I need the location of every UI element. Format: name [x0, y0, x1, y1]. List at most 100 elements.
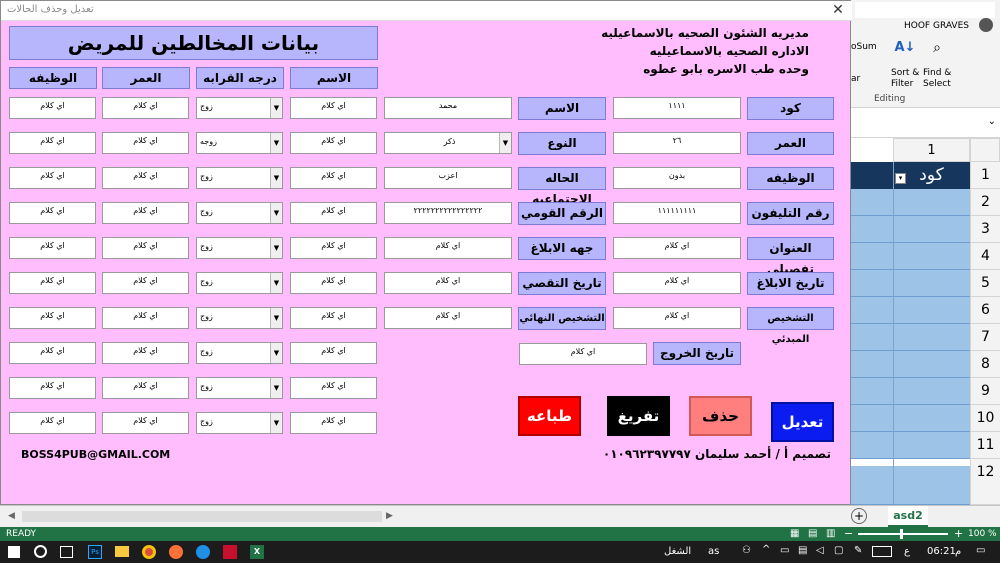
- close-icon[interactable]: ✕: [830, 2, 846, 18]
- gender-select[interactable]: ذكر ▼: [384, 132, 512, 154]
- table-row[interactable]: [849, 243, 970, 270]
- clear-button[interactable]: تفريغ: [607, 396, 670, 436]
- contact-name-input[interactable]: اي كلام: [290, 272, 377, 294]
- contact-age-input[interactable]: اي كلام: [102, 377, 189, 399]
- page-layout-icon[interactable]: ▤: [808, 528, 817, 539]
- chevron-up-icon[interactable]: ^: [762, 544, 770, 555]
- zoom-slider[interactable]: [858, 533, 948, 535]
- contact-age-input[interactable]: اي كلام: [102, 342, 189, 364]
- normal-view-icon[interactable]: ▦: [790, 528, 799, 539]
- field-input[interactable]: اي كلام: [613, 237, 741, 259]
- windows-start-icon[interactable]: [8, 546, 20, 558]
- filter-dropdown-icon[interactable]: ▾: [895, 173, 906, 184]
- row-header[interactable]: 6: [970, 297, 1000, 324]
- field-input[interactable]: ٢٢٢٢٢٢٢٢٢٢٢٢٢٢٢٢: [384, 202, 512, 224]
- row-header[interactable]: 11: [970, 432, 1000, 459]
- task-view-icon[interactable]: [60, 546, 73, 558]
- contact-age-input[interactable]: اي كلام: [102, 307, 189, 329]
- field-input[interactable]: اي كلام: [613, 272, 741, 294]
- table-row[interactable]: [849, 270, 970, 297]
- contact-job-input[interactable]: اي كلام: [9, 237, 96, 259]
- clear-button[interactable]: ar: [851, 74, 860, 84]
- contact-name-input[interactable]: اي كلام: [290, 202, 377, 224]
- field-input[interactable]: اعزب: [384, 167, 512, 189]
- chevron-down-icon[interactable]: ⌄: [988, 116, 996, 127]
- contact-relation-select[interactable]: زوج ▼: [196, 272, 283, 294]
- dropdown-arrow-icon[interactable]: ▼: [270, 98, 282, 118]
- photoshop-icon[interactable]: Ps: [88, 545, 102, 559]
- table-row[interactable]: [849, 405, 970, 432]
- contact-age-input[interactable]: اي كلام: [102, 272, 189, 294]
- contact-job-input[interactable]: اي كلام: [9, 202, 96, 224]
- dropdown-arrow-icon[interactable]: ▼: [270, 168, 282, 188]
- contact-job-input[interactable]: اي كلام: [9, 132, 96, 154]
- excel-icon[interactable]: X: [250, 545, 264, 559]
- zoom-in-icon[interactable]: +: [954, 527, 963, 540]
- sheet-tab[interactable]: asd2: [888, 506, 928, 527]
- contact-relation-select[interactable]: زوج ▼: [196, 202, 283, 224]
- row-header[interactable]: 8: [970, 351, 1000, 378]
- contact-relation-select[interactable]: زوج ▼: [196, 167, 283, 189]
- contact-name-input[interactable]: اي كلام: [290, 342, 377, 364]
- row-header[interactable]: 1: [970, 162, 1000, 189]
- contact-relation-select[interactable]: زوج ▼: [196, 237, 283, 259]
- contact-name-input[interactable]: اي كلام: [290, 132, 377, 154]
- dropdown-arrow-icon[interactable]: ▼: [270, 133, 282, 153]
- avatar[interactable]: [979, 18, 993, 32]
- network-icon[interactable]: ▤: [798, 545, 807, 556]
- scroll-left-icon[interactable]: ◀: [8, 511, 15, 521]
- table-row[interactable]: [849, 351, 970, 378]
- table-row[interactable]: [849, 378, 970, 405]
- contact-name-input[interactable]: اي كلام: [290, 97, 377, 119]
- table-row[interactable]: [849, 189, 970, 216]
- contact-age-input[interactable]: اي كلام: [102, 132, 189, 154]
- row-header[interactable]: 12: [970, 459, 1000, 505]
- table-row[interactable]: [849, 297, 970, 324]
- contact-name-input[interactable]: اي كلام: [290, 377, 377, 399]
- zoom-out-icon[interactable]: −: [844, 527, 853, 540]
- contact-relation-select[interactable]: زوج ▼: [196, 412, 283, 434]
- formula-bar[interactable]: ⌄: [849, 108, 1000, 138]
- contact-age-input[interactable]: اي كلام: [102, 97, 189, 119]
- keyboard-icon[interactable]: [872, 546, 892, 557]
- dropdown-arrow-icon[interactable]: ▼: [270, 308, 282, 328]
- notification-icon[interactable]: ▭: [976, 545, 985, 556]
- chrome-icon[interactable]: [142, 545, 156, 559]
- dropdown-arrow-icon[interactable]: ▼: [499, 133, 511, 153]
- contact-age-input[interactable]: اي كلام: [102, 167, 189, 189]
- row-header[interactable]: 3: [970, 216, 1000, 243]
- table-row[interactable]: [849, 432, 970, 459]
- row-header[interactable]: 10: [970, 405, 1000, 432]
- print-button[interactable]: طباعه: [518, 396, 581, 436]
- dropdown-arrow-icon[interactable]: ▼: [270, 378, 282, 398]
- contact-relation-select[interactable]: زوج ▼: [196, 97, 283, 119]
- row-header[interactable]: 5: [970, 270, 1000, 297]
- field-input[interactable]: اي كلام: [384, 307, 512, 329]
- horizontal-scrollbar[interactable]: [22, 511, 382, 522]
- contact-job-input[interactable]: اي كلام: [9, 167, 96, 189]
- dropdown-arrow-icon[interactable]: ▼: [270, 238, 282, 258]
- dropdown-arrow-icon[interactable]: ▼: [270, 273, 282, 293]
- firefox-icon[interactable]: [169, 545, 183, 559]
- dropdown-arrow-icon[interactable]: ▼: [270, 413, 282, 433]
- row-header[interactable]: 9: [970, 378, 1000, 405]
- contact-relation-select[interactable]: زوجه ▼: [196, 132, 283, 154]
- contact-name-input[interactable]: اي كلام: [290, 237, 377, 259]
- zoom-slider-thumb[interactable]: [900, 529, 903, 539]
- edit-button[interactable]: تعديل: [771, 402, 834, 442]
- field-input[interactable]: ٢٦: [613, 132, 741, 154]
- field-input[interactable]: اي كلام: [613, 307, 741, 329]
- exit-date-input[interactable]: اي كلام: [519, 343, 647, 365]
- contact-age-input[interactable]: اي كلام: [102, 237, 189, 259]
- field-input[interactable]: بدون: [613, 167, 741, 189]
- input-lang[interactable]: ع: [904, 546, 910, 557]
- contact-name-input[interactable]: اي كلام: [290, 167, 377, 189]
- select-all-corner[interactable]: [970, 138, 1000, 162]
- field-input[interactable]: اي كلام: [384, 237, 512, 259]
- contact-job-input[interactable]: اي كلام: [9, 307, 96, 329]
- row-header[interactable]: 2: [970, 189, 1000, 216]
- dropdown-arrow-icon[interactable]: ▼: [270, 203, 282, 223]
- column-header[interactable]: 1: [893, 138, 970, 162]
- find-select-button[interactable]: Find &: [923, 68, 951, 78]
- contact-age-input[interactable]: اي كلام: [102, 412, 189, 434]
